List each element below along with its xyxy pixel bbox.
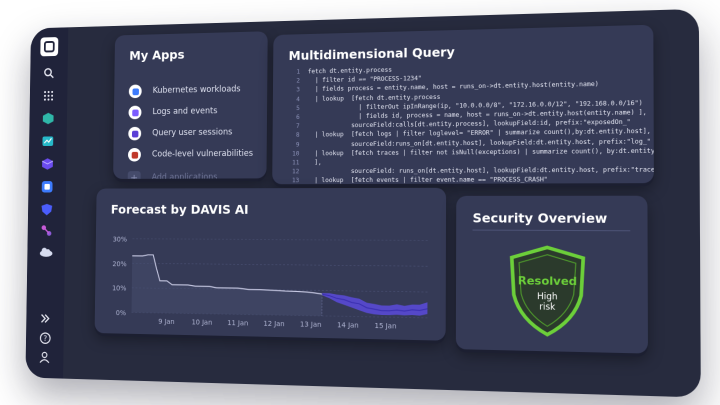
forecast-card: Forecast by DAVIS AI 30% 20% 10% 0% 9 Jan 10 … <box>95 188 447 341</box>
line-number: 13 <box>286 177 300 185</box>
cloud-app-icon[interactable] <box>36 242 56 261</box>
forecast-chart: 30% 20% 10% 0% 9 Jan 10 Jan 11 Jan 12 Jan 13 Jan… <box>95 188 447 341</box>
infrastructure-app-icon[interactable] <box>38 132 58 151</box>
help-icon[interactable]: ? <box>35 328 55 348</box>
workflow-app-icon[interactable] <box>37 221 57 240</box>
line-number: 1 <box>287 68 301 77</box>
app-label: Kubernetes workloads <box>153 85 241 96</box>
app-icon <box>129 85 142 99</box>
security-shield[interactable]: Resolved High risk <box>505 243 589 340</box>
code-text: fetch dt.entity.process <box>308 67 392 76</box>
app-label: Logs and events <box>152 106 217 117</box>
svg-text:?: ? <box>43 333 47 342</box>
expand-chevron-icon[interactable] <box>35 309 55 329</box>
add-applications-button[interactable]: + Add applications <box>128 169 218 179</box>
user-icon[interactable] <box>35 347 55 367</box>
add-applications-label: Add applications <box>152 173 218 179</box>
line-number: 10 <box>286 149 300 158</box>
x-tick-label: 14 Jan <box>337 321 359 330</box>
kubernetes-app-icon[interactable] <box>38 109 58 128</box>
gridline <box>132 239 427 241</box>
app-item[interactable]: Logs and events <box>128 102 217 121</box>
x-tick-label: 10 Jan <box>192 318 213 327</box>
my-apps-card: My Apps Kubernetes workloads Logs and eve… <box>113 31 268 179</box>
plus-icon: + <box>128 171 141 179</box>
query-editor[interactable]: 1 fetch dt.entity.process 2 | filter id ==… <box>286 60 644 184</box>
x-tick-label: 9 Jan <box>158 318 174 326</box>
app-icon <box>128 106 141 120</box>
line-number: 6 <box>286 113 300 122</box>
x-tick-label: 11 Jan <box>227 319 248 328</box>
line-number: 4 <box>286 95 300 104</box>
query-title: Multidimensional Query <box>289 44 455 63</box>
y-tick-label: 30% <box>113 235 128 243</box>
my-apps-title: My Apps <box>129 47 184 63</box>
app-label: Code-level vulnerabilities <box>152 149 253 160</box>
code-text: ], <box>307 159 322 166</box>
line-number: 9 <box>286 140 300 149</box>
cube-app-icon[interactable] <box>38 154 58 173</box>
tablet-frame: ? My Apps Kubernetes workloads Logs and e… <box>25 9 700 398</box>
search-icon[interactable] <box>39 63 59 82</box>
security-status: Resolved <box>505 274 589 289</box>
code-text: | lookup [fetch events | filter event.na… <box>307 177 548 185</box>
forecast-band <box>322 293 428 316</box>
y-tick-label: 10% <box>112 284 127 292</box>
query-card: Multidimensional Query 1 fetch dt.entity.… <box>272 25 654 185</box>
app-label: Query user sessions <box>152 128 232 139</box>
security-card: Security Overview Resolved High risk <box>456 196 648 354</box>
code-text: sourceField: runs_on[dt.entity.host], lo… <box>307 167 654 176</box>
line-number: 8 <box>286 131 300 140</box>
history-area <box>132 255 323 316</box>
y-tick-label: 20% <box>112 260 127 268</box>
security-title: Security Overview <box>473 210 608 226</box>
security-app-icon[interactable] <box>37 200 57 219</box>
app-item[interactable]: Kubernetes workloads <box>129 81 241 100</box>
code-text: | lookup [fetch traces | filter not isNu… <box>307 147 654 157</box>
line-number: 2 <box>286 77 300 86</box>
dynatrace-logo-icon[interactable] <box>40 37 58 56</box>
grid-apps-icon[interactable] <box>39 86 59 105</box>
y-tick-label: 0% <box>116 309 127 317</box>
line-number: 11 <box>286 158 300 167</box>
dashboard-app-icon[interactable] <box>37 177 57 196</box>
line-number: 5 <box>286 104 300 113</box>
code-line: 13 | lookup [fetch events | filter event… <box>286 175 643 184</box>
line-number: 3 <box>286 86 300 95</box>
x-tick-label: 12 Jan <box>263 320 284 329</box>
app-item[interactable]: Code-level vulnerabilities <box>128 145 253 163</box>
x-tick-label: 15 Jan <box>375 322 397 331</box>
gridline <box>132 263 427 266</box>
line-number: 12 <box>286 168 300 177</box>
nav-rail: ? <box>25 27 68 378</box>
app-item[interactable]: Query user sessions <box>128 124 232 143</box>
app-icon <box>128 127 141 141</box>
line-number: 7 <box>286 122 300 131</box>
app-icon <box>128 148 141 162</box>
risk-label: High risk <box>505 291 589 313</box>
divider <box>473 230 631 232</box>
x-tick-label: 13 Jan <box>300 320 321 329</box>
